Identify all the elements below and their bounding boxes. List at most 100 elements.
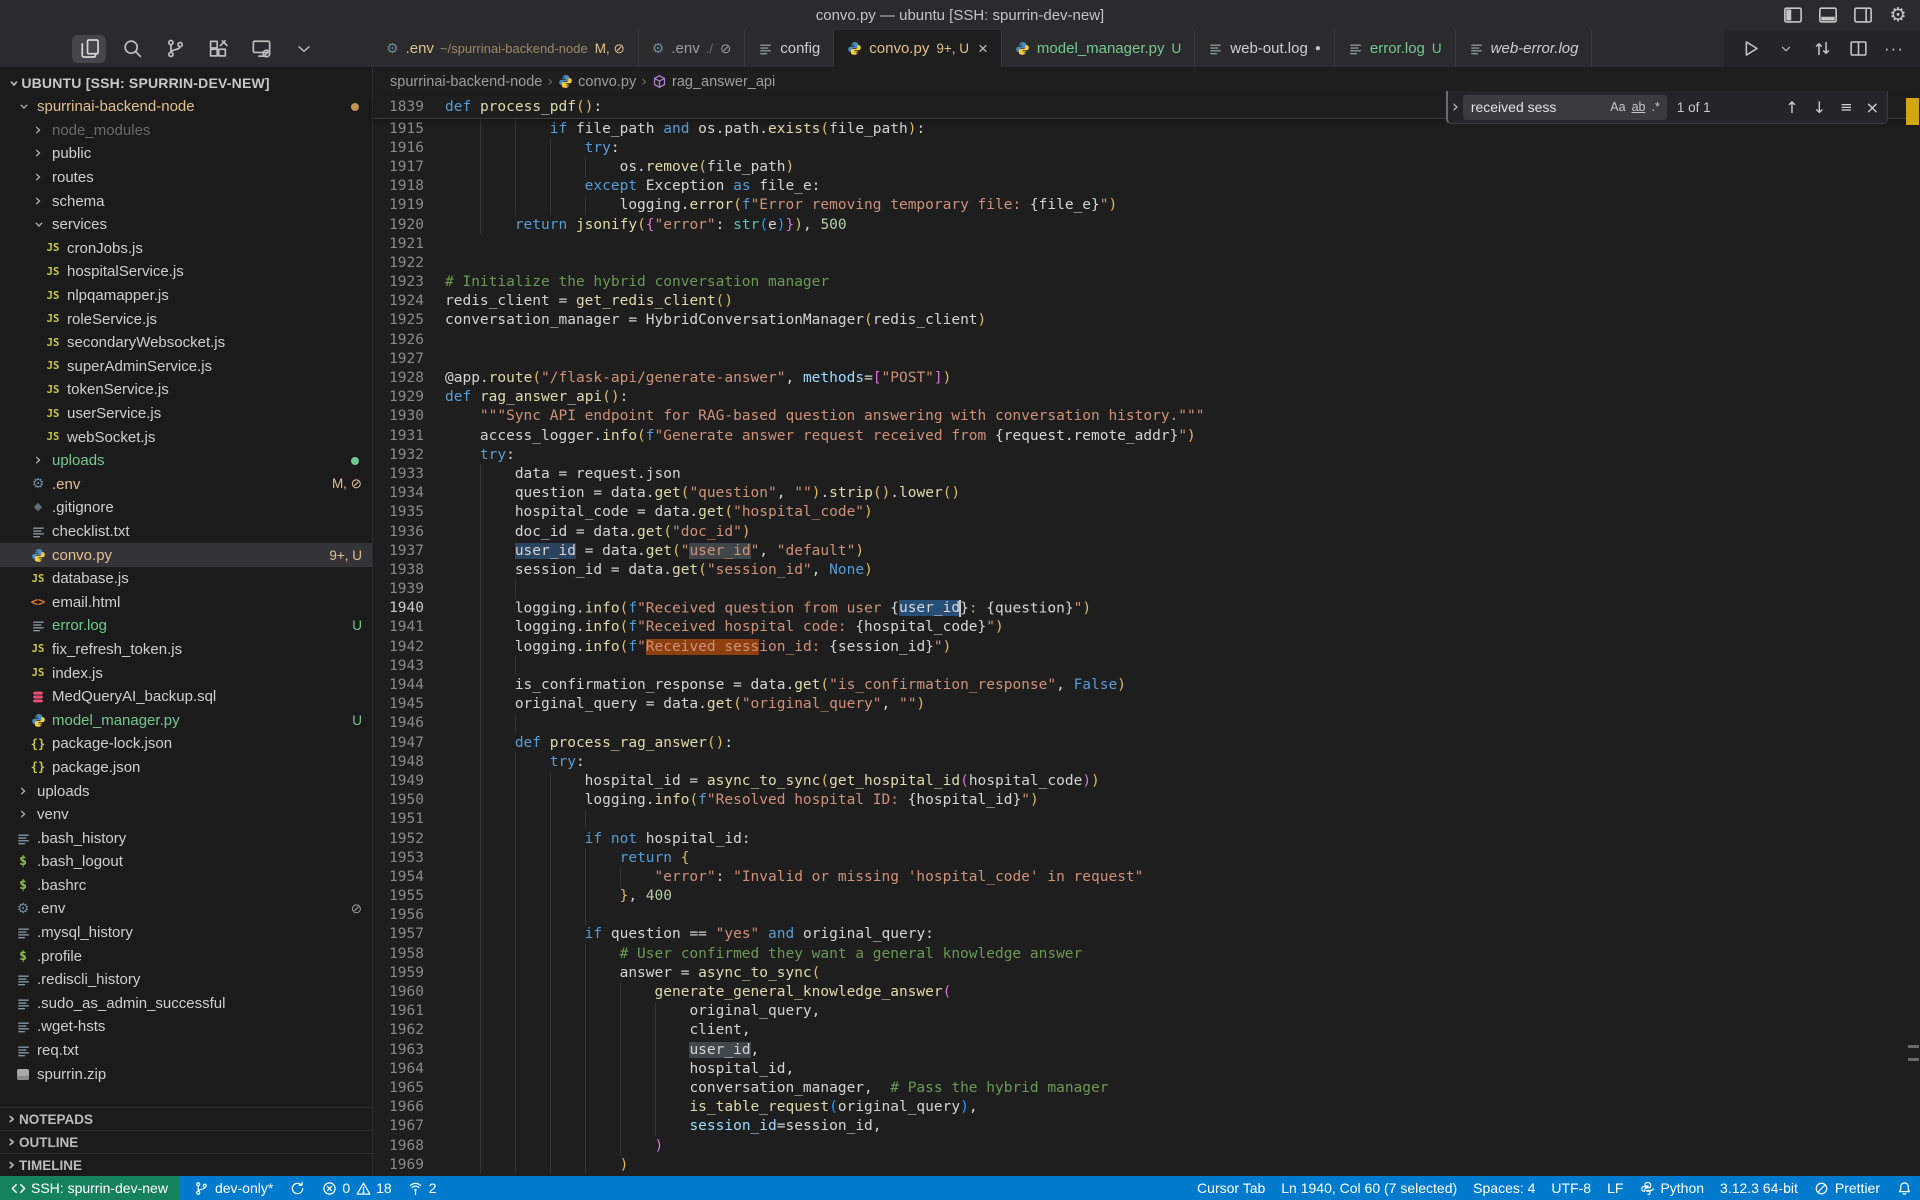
folder-uploads[interactable]: ›uploads	[0, 779, 372, 803]
file-spurrin.zip[interactable]: spurrin.zip	[0, 1062, 372, 1086]
code-line-1929[interactable]: 1929def rag_answer_api():	[374, 388, 1920, 407]
match-case-icon[interactable]: Aa	[1607, 99, 1628, 115]
file-database.js[interactable]: JSdatabase.js	[0, 567, 372, 591]
ports-forwarded[interactable]: 2	[400, 1176, 445, 1200]
code-line-1921[interactable]: 1921	[374, 234, 1920, 253]
previous-match-icon[interactable]: ↑	[1785, 98, 1798, 117]
file-.bash_history[interactable]: .bash_history	[0, 826, 372, 850]
code-line-1940[interactable]: 1940logging.info(f"Received question fro…	[374, 599, 1920, 618]
code-line-1948[interactable]: 1948try:	[374, 752, 1920, 771]
file-.env[interactable]: ⚙.env⊘	[0, 897, 372, 921]
python-version[interactable]: 3.12.3 64-bit	[1712, 1176, 1806, 1200]
code-line-1952[interactable]: 1952if not hospital_id:	[374, 829, 1920, 848]
cursor-tab[interactable]: Cursor Tab	[1189, 1176, 1273, 1200]
find-in-selection-icon[interactable]: ≡	[1840, 98, 1852, 116]
code-line-1969[interactable]: 1969)	[374, 1155, 1920, 1174]
code-line-1955[interactable]: 1955}, 400	[374, 887, 1920, 906]
file-userService.js[interactable]: JSuserService.js	[0, 402, 372, 426]
file-.sudo_as_admin_successful[interactable]: .sudo_as_admin_successful	[0, 992, 372, 1016]
breadcrumb-item-spurrinai-backend-node[interactable]: spurrinai-backend-node	[390, 74, 542, 90]
tab-error.log[interactable]: error.logU	[1335, 30, 1456, 67]
next-match-icon[interactable]: ↓	[1813, 98, 1826, 117]
more-actions-icon[interactable]: ···	[1884, 39, 1904, 59]
code-line-1937[interactable]: 1937user_id = data.get("user_id", "defau…	[374, 541, 1920, 560]
code-line-1932[interactable]: 1932try:	[374, 445, 1920, 464]
code-line-1944[interactable]: 1944is_confirmation_response = data.get(…	[374, 675, 1920, 694]
sidebar-section-notepads[interactable]: ›NOTEPADS	[0, 1107, 372, 1130]
close-icon[interactable]: ×	[1866, 98, 1879, 117]
tab-config[interactable]: config	[745, 30, 834, 67]
code-line-1957[interactable]: 1957if question == "yes" and original_qu…	[374, 925, 1920, 944]
remote-explorer-button[interactable]	[244, 35, 278, 63]
code-line-1961[interactable]: 1961original_query,	[374, 1002, 1920, 1021]
code-line-1936[interactable]: 1936doc_id = data.get("doc_id")	[374, 522, 1920, 541]
file-index.js[interactable]: JSindex.js	[0, 661, 372, 685]
code-line-1950[interactable]: 1950logging.info(f"Resolved hospital ID:…	[374, 791, 1920, 810]
code-line-1933[interactable]: 1933data = request.json	[374, 464, 1920, 483]
code-line-1943[interactable]: 1943	[374, 656, 1920, 675]
folder-node_modules[interactable]: ›node_modules	[0, 119, 372, 143]
toggle-secondary-sidebar-icon[interactable]	[1853, 5, 1873, 25]
code-line-1962[interactable]: 1962client,	[374, 1021, 1920, 1040]
file-.env[interactable]: ⚙.envM, ⊘	[0, 473, 372, 497]
code-line-1951[interactable]: 1951	[374, 810, 1920, 829]
file-nlpqamapper.js[interactable]: JSnlpqamapper.js	[0, 284, 372, 308]
file-email.html[interactable]: <>email.html	[0, 590, 372, 614]
tab-.env[interactable]: ⚙.env./⊘	[639, 30, 745, 67]
file-.wget-hsts[interactable]: .wget-hsts	[0, 1015, 372, 1039]
file-.profile[interactable]: $.profile	[0, 944, 372, 968]
folder-services[interactable]: ›services	[0, 213, 372, 237]
file-package.json[interactable]: {}package.json	[0, 756, 372, 780]
code-line-1956[interactable]: 1956	[374, 906, 1920, 925]
source-control-button[interactable]	[158, 35, 192, 63]
code-line-1938[interactable]: 1938session_id = data.get("session_id", …	[374, 560, 1920, 579]
more-views-button[interactable]	[287, 35, 321, 63]
code-line-1922[interactable]: 1922	[374, 253, 1920, 272]
sync-button[interactable]	[281, 1176, 313, 1200]
code-line-1967[interactable]: 1967session_id=session_id,	[374, 1117, 1920, 1136]
search-button[interactable]	[115, 35, 149, 63]
code-line-1928[interactable]: 1928@app.route("/flask-api/generate-answ…	[374, 368, 1920, 387]
file-roleService.js[interactable]: JSroleService.js	[0, 307, 372, 331]
file-convo.py[interactable]: convo.py9+, U	[0, 543, 372, 567]
git-branch[interactable]: dev-only*	[186, 1176, 281, 1200]
file-model_manager.py[interactable]: model_manager.pyU	[0, 708, 372, 732]
sidebar-section-outline[interactable]: ›OUTLINE	[0, 1130, 372, 1153]
file-package-lock.json[interactable]: {}package-lock.json	[0, 732, 372, 756]
tab-web-error.log[interactable]: web-error.log	[1456, 30, 1593, 67]
folder-schema[interactable]: ›schema	[0, 189, 372, 213]
code-line-1942[interactable]: 1942logging.info(f"Received session_id: …	[374, 637, 1920, 656]
tab-model_manager.py[interactable]: model_manager.pyU	[1002, 30, 1195, 67]
file-fix_refresh_token.js[interactable]: JSfix_refresh_token.js	[0, 638, 372, 662]
folder-routes[interactable]: ›routes	[0, 166, 372, 190]
file-error.log[interactable]: error.logU	[0, 614, 372, 638]
toggle-primary-sidebar-icon[interactable]	[1783, 5, 1803, 25]
toggle-replace-icon[interactable]: ›	[1452, 99, 1459, 116]
problems[interactable]: 018	[313, 1176, 399, 1200]
file-checklist.txt[interactable]: checklist.txt	[0, 520, 372, 544]
file-.mysql_history[interactable]: .mysql_history	[0, 921, 372, 945]
prettier[interactable]: Prettier	[1806, 1176, 1888, 1200]
tab-.env[interactable]: ⚙.env~/spurrinai-backend-nodeM, ⊘	[373, 30, 639, 67]
code-line-1924[interactable]: 1924redis_client = get_redis_client()	[374, 292, 1920, 311]
folder-uploads[interactable]: ›uploads	[0, 449, 372, 473]
code-line-1839[interactable]: 1839def process_pdf():	[374, 97, 602, 116]
tab-web-out.log[interactable]: web-out.log●	[1195, 30, 1335, 67]
folder-venv[interactable]: ›venv	[0, 803, 372, 827]
code-line-1966[interactable]: 1966is_table_request(original_query),	[374, 1098, 1920, 1117]
encoding[interactable]: UTF-8	[1543, 1176, 1599, 1200]
code-line-1939[interactable]: 1939	[374, 580, 1920, 599]
code-line-1947[interactable]: 1947def process_rag_answer():	[374, 733, 1920, 752]
code-line-1923[interactable]: 1923# Initialize the hybrid conversation…	[374, 273, 1920, 292]
code-line-1926[interactable]: 1926	[374, 330, 1920, 349]
file-cronJobs.js[interactable]: JScronJobs.js	[0, 237, 372, 261]
code-line-1954[interactable]: 1954"error": "Invalid or missing 'hospit…	[374, 867, 1920, 886]
whole-word-icon[interactable]: ab	[1629, 99, 1649, 115]
code-line-1953[interactable]: 1953return {	[374, 848, 1920, 867]
file-MedQueryAI_backup.sql[interactable]: MedQueryAI_backup.sql	[0, 685, 372, 709]
code-line-1931[interactable]: 1931access_logger.info(f"Generate answer…	[374, 426, 1920, 445]
open-changes-icon[interactable]	[1812, 39, 1832, 59]
file-.bash_logout[interactable]: $.bash_logout	[0, 850, 372, 874]
folder-spurrinai-backend-node[interactable]: ›spurrinai-backend-node	[0, 95, 372, 119]
regex-icon[interactable]: .*	[1648, 99, 1662, 115]
